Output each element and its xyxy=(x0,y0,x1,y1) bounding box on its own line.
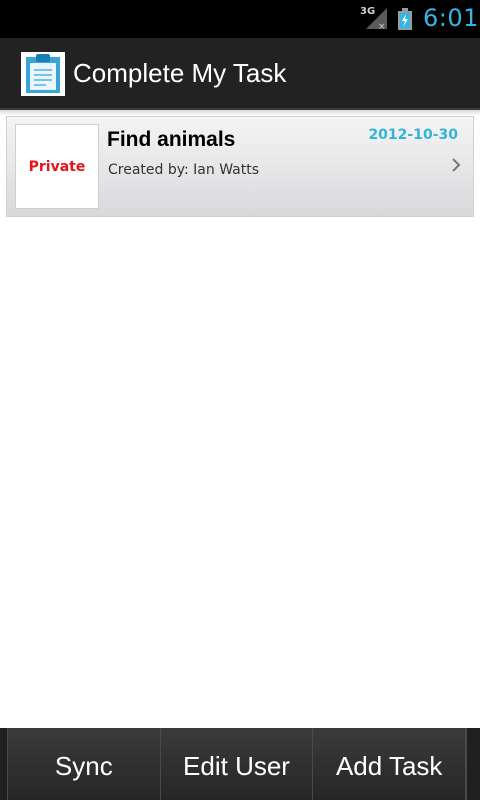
app-title: Complete My Task xyxy=(73,58,287,88)
status-bar: 3G × 6:01 xyxy=(0,0,480,38)
clock: 6:01 xyxy=(423,4,479,32)
signal-icon: 3G × xyxy=(360,6,388,30)
action-bar: Complete My Task xyxy=(0,38,480,110)
clipboard-icon[interactable] xyxy=(21,52,65,96)
bottom-button-bar: Sync Edit User Add Task xyxy=(0,728,480,800)
svg-text:×: × xyxy=(378,22,386,30)
privacy-box: Private xyxy=(15,124,99,209)
task-date: 2012-10-30 xyxy=(368,127,458,143)
task-title: Find animals xyxy=(107,128,236,151)
privacy-label: Private xyxy=(28,158,86,175)
sync-button[interactable]: Sync xyxy=(8,728,161,800)
button-bar-edge xyxy=(466,728,480,800)
task-list-item[interactable]: Private Find animals Created by: Ian Wat… xyxy=(6,116,474,217)
add-task-button[interactable]: Add Task xyxy=(313,728,467,800)
battery-charging-icon xyxy=(398,8,412,30)
button-bar-edge xyxy=(0,728,8,800)
task-creator: Created by: Ian Watts xyxy=(108,162,260,178)
chevron-right-icon xyxy=(451,157,461,173)
edit-user-button[interactable]: Edit User xyxy=(160,728,314,800)
